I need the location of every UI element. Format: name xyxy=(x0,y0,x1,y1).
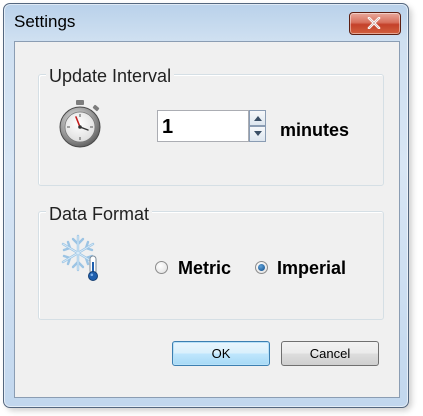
interval-unit-label: minutes xyxy=(280,120,350,140)
radio-imperial-label[interactable]: Imperial xyxy=(277,258,346,279)
stopwatch-icon xyxy=(59,100,101,148)
settings-dialog: Settings Update Interval 1 minutes Data … xyxy=(3,3,409,408)
interval-input[interactable]: 1 xyxy=(157,110,249,142)
radio-metric-label[interactable]: Metric xyxy=(178,258,231,279)
update-interval-label: Update Interval xyxy=(46,66,175,87)
radio-imperial[interactable] xyxy=(255,261,268,274)
snowflake-thermometer-icon xyxy=(61,234,98,281)
data-format-label: Data Format xyxy=(46,204,153,225)
close-button[interactable] xyxy=(349,12,401,35)
ok-button[interactable]: OK xyxy=(172,341,270,366)
close-icon xyxy=(367,17,381,29)
cancel-button[interactable]: Cancel xyxy=(281,341,379,366)
spin-up-button[interactable] xyxy=(249,110,266,126)
spin-down-button[interactable] xyxy=(249,126,266,142)
arrow-up-icon xyxy=(254,116,262,121)
window-title: Settings xyxy=(14,12,76,31)
dialog-client-area: Update Interval 1 minutes Data Format Me… xyxy=(14,41,400,398)
radio-metric[interactable] xyxy=(155,261,168,274)
arrow-down-icon xyxy=(254,131,262,136)
